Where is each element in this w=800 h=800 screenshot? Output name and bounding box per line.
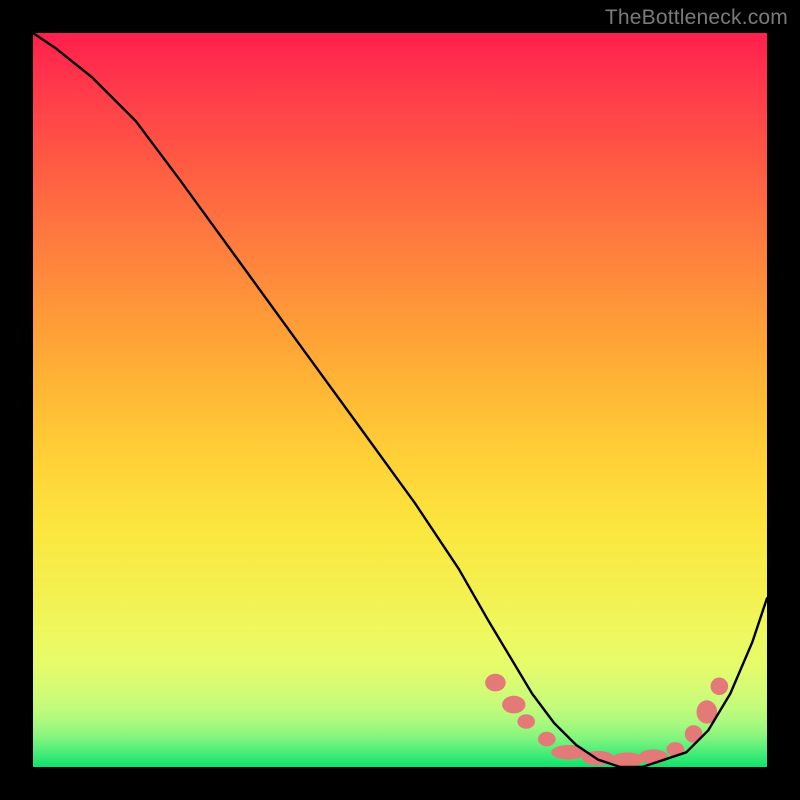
watermark-text: TheBottleneck.com (605, 6, 788, 30)
chart-frame: TheBottleneck.com (0, 0, 800, 800)
highlight-dot (485, 674, 506, 692)
chart-svg (33, 33, 767, 767)
highlight-dot (517, 714, 535, 729)
plot-area (33, 33, 767, 767)
highlight-dot (639, 749, 668, 764)
bottleneck-curve (33, 33, 767, 767)
highlight-dot (711, 678, 729, 696)
markers-group (485, 674, 728, 767)
highlight-dot (538, 732, 556, 747)
highlight-dot (502, 696, 525, 714)
